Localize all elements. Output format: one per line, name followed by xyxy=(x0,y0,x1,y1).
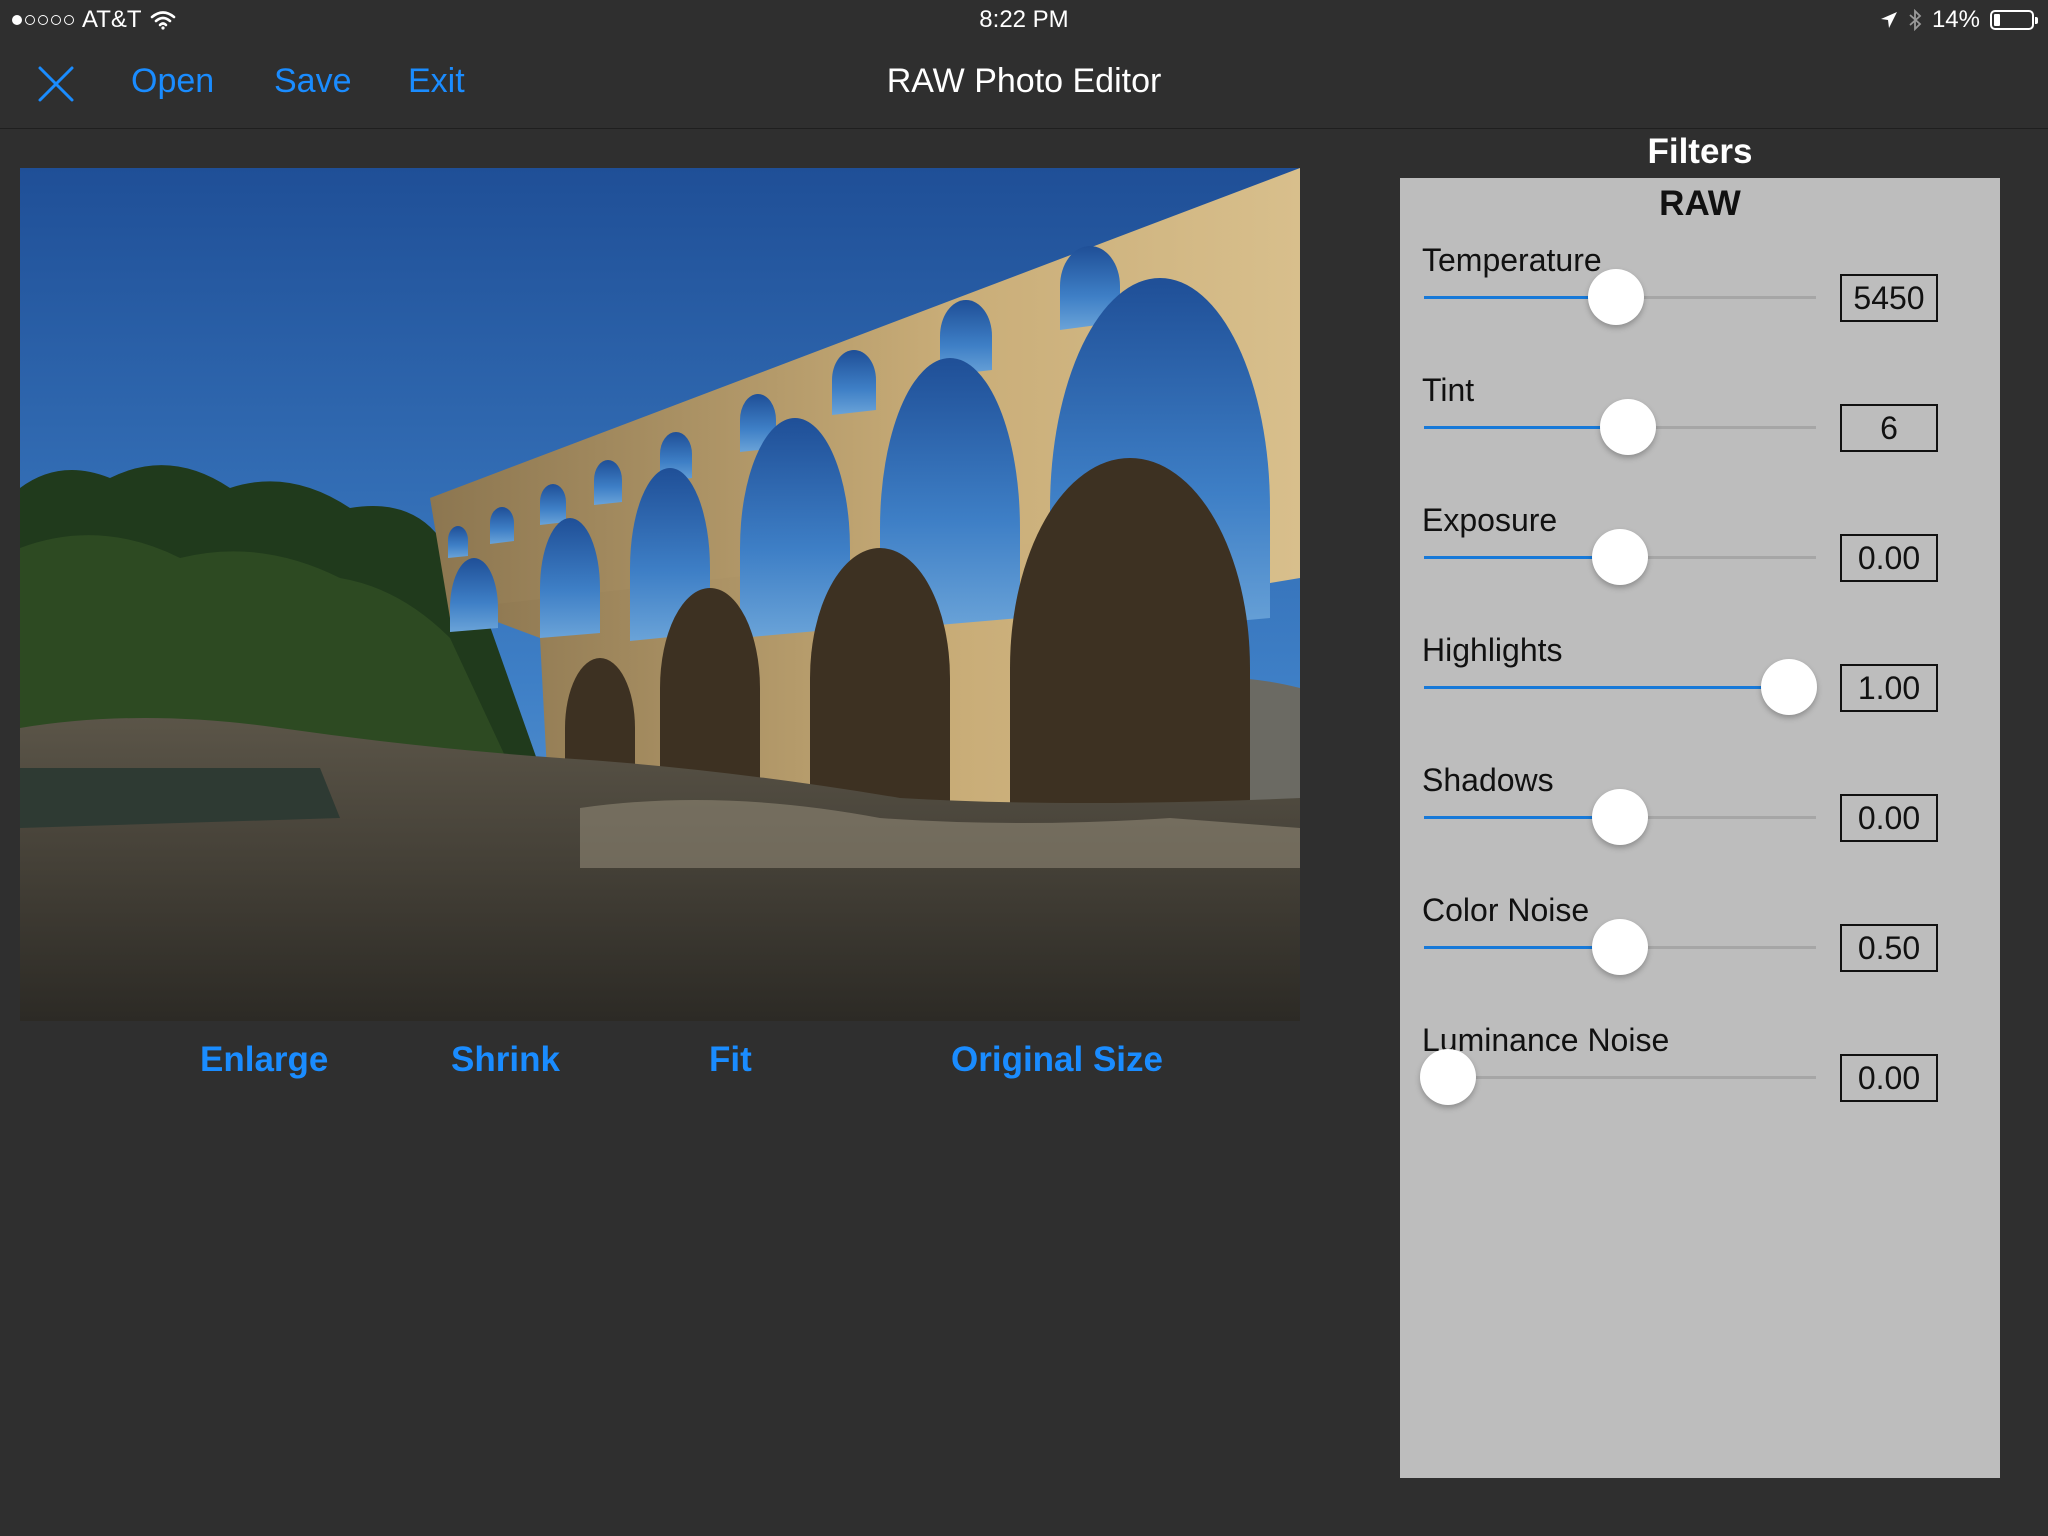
exposure-value-field[interactable]: 0.00 xyxy=(1840,534,1938,582)
enlarge-button[interactable]: Enlarge xyxy=(200,1040,328,1080)
temperature-label: Temperature xyxy=(1422,242,1602,278)
location-arrow-icon xyxy=(1880,12,1897,28)
original-size-button[interactable]: Original Size xyxy=(951,1040,1163,1080)
exposure-slider[interactable] xyxy=(1424,529,1816,585)
color-noise-slider-fill xyxy=(1424,946,1620,949)
filters-heading: Filters xyxy=(1647,132,1753,171)
color-noise-label: Color Noise xyxy=(1422,892,1590,928)
luminance-noise-value-field[interactable]: 0.00 xyxy=(1840,1054,1938,1102)
temperature-slider-thumb[interactable] xyxy=(1588,269,1645,325)
fit-button[interactable]: Fit xyxy=(709,1040,752,1080)
shadows-value-field[interactable]: 0.00 xyxy=(1840,794,1938,842)
highlights-slider-thumb[interactable] xyxy=(1760,659,1817,715)
tint-value-field[interactable]: 6 xyxy=(1840,404,1938,452)
luminance-noise-slider[interactable] xyxy=(1419,1049,1816,1105)
filters-panel: RAW Temperature 5450 Tint 6 Exposure 0.00 High… xyxy=(1400,178,2000,1478)
navigation-bar: Open Save Exit RAW Photo Editor xyxy=(0,42,2048,129)
temperature-value-field[interactable]: 5450 xyxy=(1840,274,1938,322)
status-right: 14% xyxy=(1880,6,2038,34)
tint-slider-thumb[interactable] xyxy=(1599,399,1656,455)
tint-label: Tint xyxy=(1422,372,1475,408)
color-noise-value-field[interactable]: 0.50 xyxy=(1840,924,1938,972)
shadows-slider-thumb[interactable] xyxy=(1592,789,1648,845)
exposure-label: Exposure xyxy=(1422,502,1558,538)
status-bar: AT&T 8:22 PM 14% xyxy=(0,0,2048,42)
page-title: RAW Photo Editor xyxy=(886,62,1162,100)
shadows-slider-fill xyxy=(1424,816,1620,819)
highlights-slider-fill xyxy=(1424,686,1789,689)
temperature-slider[interactable] xyxy=(1424,269,1816,325)
highlights-slider[interactable] xyxy=(1424,659,1817,715)
color-noise-slider-thumb[interactable] xyxy=(1592,919,1648,975)
shrink-button[interactable]: Shrink xyxy=(451,1040,560,1080)
tint-slider-fill xyxy=(1424,426,1628,429)
battery-icon xyxy=(1990,10,2038,30)
exposure-slider-thumb[interactable] xyxy=(1592,529,1648,585)
color-noise-slider[interactable] xyxy=(1424,919,1816,975)
raw-section-title: RAW xyxy=(1659,184,1741,223)
luminance-noise-slider-thumb[interactable] xyxy=(1419,1049,1476,1105)
battery-percent: 14% xyxy=(1931,6,1980,33)
aqueduct-photo xyxy=(20,168,1300,1021)
highlights-value-field[interactable]: 1.00 xyxy=(1840,664,1938,712)
shadows-slider[interactable] xyxy=(1424,789,1816,845)
tint-slider[interactable] xyxy=(1424,399,1816,455)
highlights-label: Highlights xyxy=(1422,632,1563,668)
bluetooth-icon xyxy=(1909,9,1922,31)
shadows-label: Shadows xyxy=(1422,762,1554,798)
exposure-slider-fill xyxy=(1424,556,1620,559)
status-time: 8:22 PM xyxy=(979,6,1069,33)
photo-preview[interactable] xyxy=(20,168,1300,1021)
